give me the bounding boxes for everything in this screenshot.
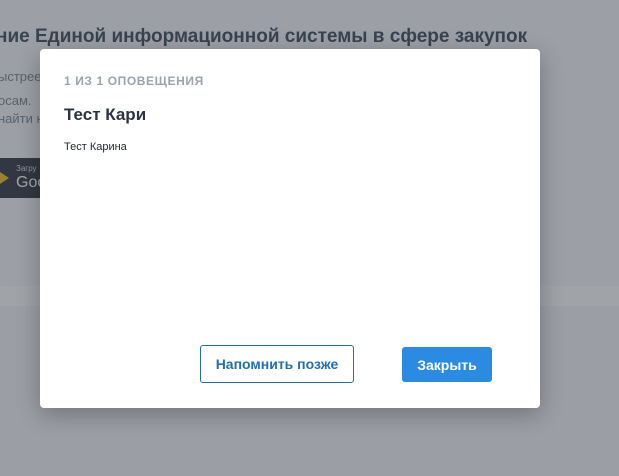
remind-later-button[interactable]: Напомнить позже bbox=[200, 345, 354, 383]
close-button[interactable]: Закрыть bbox=[402, 347, 492, 382]
notification-title: Тест Кари bbox=[64, 105, 147, 124]
notification-modal: 1 ИЗ 1 ОПОВЕЩЕНИЯ Тест Кари Тест Карина … bbox=[40, 49, 540, 408]
notification-body: Тест Карина bbox=[64, 141, 127, 153]
notification-counter: 1 ИЗ 1 ОПОВЕЩЕНИЯ bbox=[64, 74, 204, 88]
